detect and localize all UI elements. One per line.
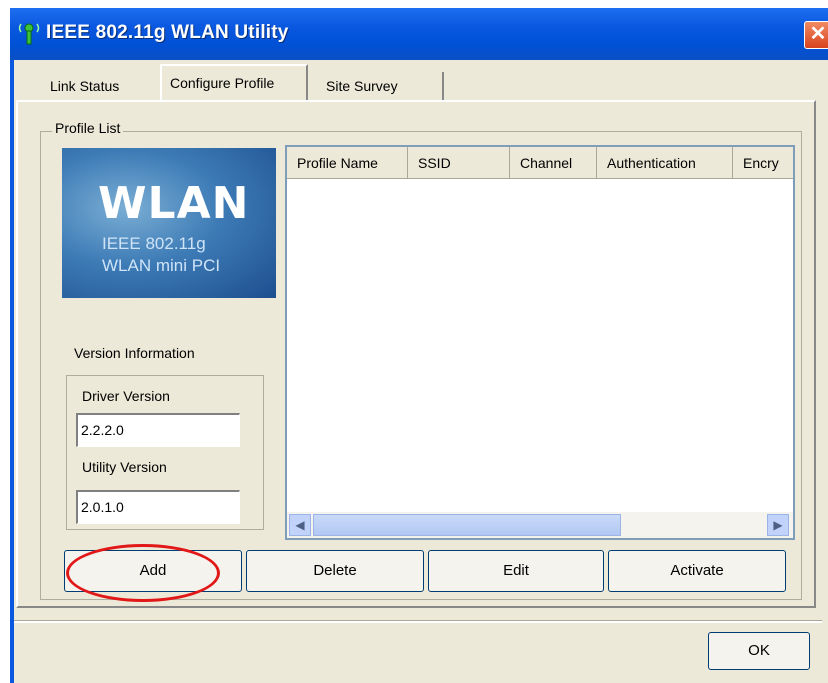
title-bar[interactable]: IEEE 802.11g WLAN Utility ✕ — [10, 8, 828, 60]
tab-divider — [442, 72, 444, 100]
tab-configure-profile[interactable]: Configure Profile — [160, 64, 308, 100]
horizontal-scrollbar[interactable]: ◀ ▶ — [287, 512, 793, 538]
logo-line-2: WLAN mini PCI — [102, 256, 221, 275]
version-information-label: Version Information — [74, 345, 195, 361]
driver-version-label: Driver Version — [82, 388, 170, 404]
activate-button[interactable]: Activate — [608, 550, 786, 592]
column-header-ssid[interactable]: SSID — [408, 147, 510, 179]
scrollbar-thumb[interactable] — [313, 514, 621, 536]
column-header-profile-name[interactable]: Profile Name — [287, 147, 408, 179]
close-button[interactable]: ✕ — [804, 21, 828, 49]
close-icon: ✕ — [809, 23, 827, 45]
bottom-divider — [14, 620, 822, 623]
column-header-authentication[interactable]: Authentication — [597, 147, 733, 179]
logo-title: WLAN — [98, 178, 250, 229]
utility-version-field: 2.0.1.0 — [76, 490, 240, 524]
logo-line-1: IEEE 802.11g — [102, 234, 206, 253]
column-header-channel[interactable]: Channel — [510, 147, 597, 179]
delete-button[interactable]: Delete — [246, 550, 424, 592]
window-border — [10, 60, 14, 683]
scroll-right-arrow-icon[interactable]: ▶ — [767, 514, 789, 536]
column-header-encryption[interactable]: Encry — [733, 147, 793, 179]
window-title: IEEE 802.11g WLAN Utility — [46, 22, 289, 43]
utility-version-label: Utility Version — [82, 459, 167, 475]
driver-version-field: 2.2.2.0 — [76, 413, 240, 447]
scroll-left-arrow-icon[interactable]: ◀ — [289, 514, 311, 536]
tab-label: Link Status — [50, 78, 120, 94]
tab-label: Site Survey — [326, 78, 398, 94]
wlan-logo: WLAN IEEE 802.11g WLAN mini PCI — [62, 148, 276, 298]
tab-label: Configure Profile — [170, 75, 275, 91]
profile-list-label: Profile List — [52, 120, 124, 136]
ok-button[interactable]: OK — [708, 632, 810, 670]
tab-site-survey[interactable]: Site Survey — [310, 72, 444, 100]
add-button[interactable]: Add — [64, 550, 242, 592]
edit-button[interactable]: Edit — [428, 550, 604, 592]
profile-table[interactable]: Profile Name SSID Channel Authentication… — [285, 145, 795, 540]
antenna-icon — [18, 23, 40, 45]
tab-link-status[interactable]: Link Status — [42, 72, 160, 100]
